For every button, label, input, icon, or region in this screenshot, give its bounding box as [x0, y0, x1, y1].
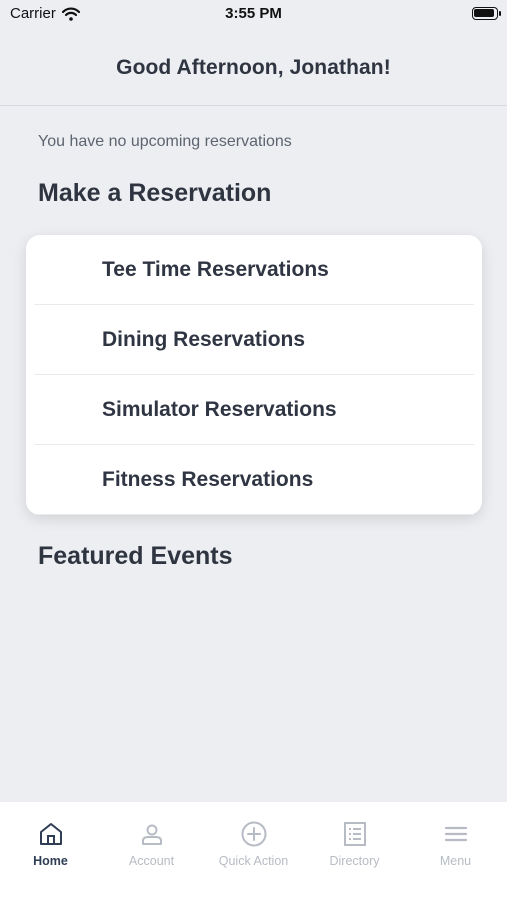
make-reservation-title: Make a Reservation [38, 179, 272, 207]
reservation-card: Tee Time Reservations Dining Reservation… [26, 235, 482, 515]
list-icon [343, 822, 366, 846]
reservation-item-label: Tee Time Reservations [102, 257, 329, 281]
hamburger-icon [444, 826, 467, 842]
featured-events-title: Featured Events [38, 542, 233, 570]
tab-menu[interactable]: Menu [405, 820, 506, 880]
plus-circle-icon [241, 821, 266, 847]
reservation-item-dining[interactable]: Dining Reservations [34, 305, 474, 375]
battery-icon [472, 7, 501, 20]
tab-home[interactable]: Home [0, 820, 101, 880]
reservation-item-label: Fitness Reservations [102, 467, 314, 491]
reservation-item-fitness[interactable]: Fitness Reservations [34, 445, 474, 515]
status-bar: Carrier 3:55 PM [0, 0, 507, 30]
tab-bar: Home Account Quick Action Directory Menu [0, 802, 507, 900]
header: Good Afternoon, Jonathan! [0, 30, 507, 106]
reservation-item-simulator[interactable]: Simulator Reservations [34, 375, 474, 445]
person-icon [141, 824, 162, 845]
tab-quick-action[interactable]: Quick Action [203, 820, 304, 880]
reservation-item-label: Simulator Reservations [102, 397, 337, 421]
tab-label: Account [128, 854, 175, 868]
reservation-item-label: Dining Reservations [102, 327, 306, 351]
home-icon [39, 823, 62, 845]
reservation-item-tee-time[interactable]: Tee Time Reservations [34, 235, 474, 305]
tab-directory[interactable]: Directory [304, 820, 405, 880]
tab-label: Directory [329, 854, 380, 868]
tab-label: Quick Action [218, 854, 289, 868]
tab-label: Menu [439, 854, 472, 868]
tab-label: Home [33, 854, 68, 868]
tab-account[interactable]: Account [101, 820, 202, 880]
status-time: 3:55 PM [225, 5, 282, 22]
no-upcoming-reservations-text: You have no upcoming reservations [38, 133, 292, 150]
greeting-title: Good Afternoon, Jonathan! [116, 55, 391, 79]
